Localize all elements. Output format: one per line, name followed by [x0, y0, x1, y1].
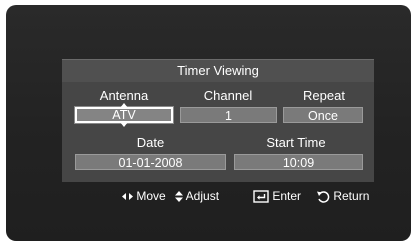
repeat-field[interactable]: Once	[283, 107, 363, 123]
help-bar: Move Adjust Enter Return	[62, 185, 374, 207]
timer-viewing-dialog: Timer Viewing Antenna Channel Repeat ATV…	[62, 59, 374, 213]
help-enter: Enter	[253, 185, 301, 207]
help-move-label: Move	[136, 189, 166, 203]
help-adjust: Adjust	[175, 185, 219, 207]
help-adjust-label: Adjust	[185, 189, 220, 203]
dialog-body: Antenna Channel Repeat ATV 1 Once Date S…	[62, 82, 374, 182]
repeat-value: Once	[308, 109, 338, 123]
channel-label: Channel	[203, 88, 253, 103]
help-enter-label: Enter	[272, 189, 302, 203]
dialog-title: Timer Viewing	[62, 59, 374, 82]
date-label: Date	[136, 135, 165, 150]
date-field[interactable]: 01-01-2008	[75, 154, 226, 170]
start-time-value: 10:09	[282, 156, 315, 170]
antenna-field[interactable]: ATV	[74, 103, 174, 127]
repeat-label: Repeat	[303, 88, 345, 103]
channel-field[interactable]: 1	[180, 107, 277, 123]
return-icon	[316, 189, 333, 204]
channel-value: 1	[225, 109, 232, 123]
help-return: Return	[316, 185, 369, 207]
antenna-value: ATV	[112, 108, 136, 122]
start-time-label: Start Time	[266, 135, 326, 150]
spin-down-icon[interactable]	[120, 122, 128, 127]
antenna-label: Antenna	[99, 88, 149, 103]
up-down-arrows-icon	[175, 189, 186, 203]
date-value: 01-01-2008	[118, 156, 183, 170]
tv-screen: Timer Viewing Antenna Channel Repeat ATV…	[6, 5, 411, 241]
start-time-field[interactable]: 10:09	[234, 154, 363, 170]
help-move: Move	[122, 185, 166, 207]
help-return-label: Return	[333, 189, 370, 203]
left-right-arrows-icon	[122, 189, 136, 203]
spin-up-icon[interactable]	[120, 103, 128, 108]
enter-icon	[253, 189, 272, 204]
